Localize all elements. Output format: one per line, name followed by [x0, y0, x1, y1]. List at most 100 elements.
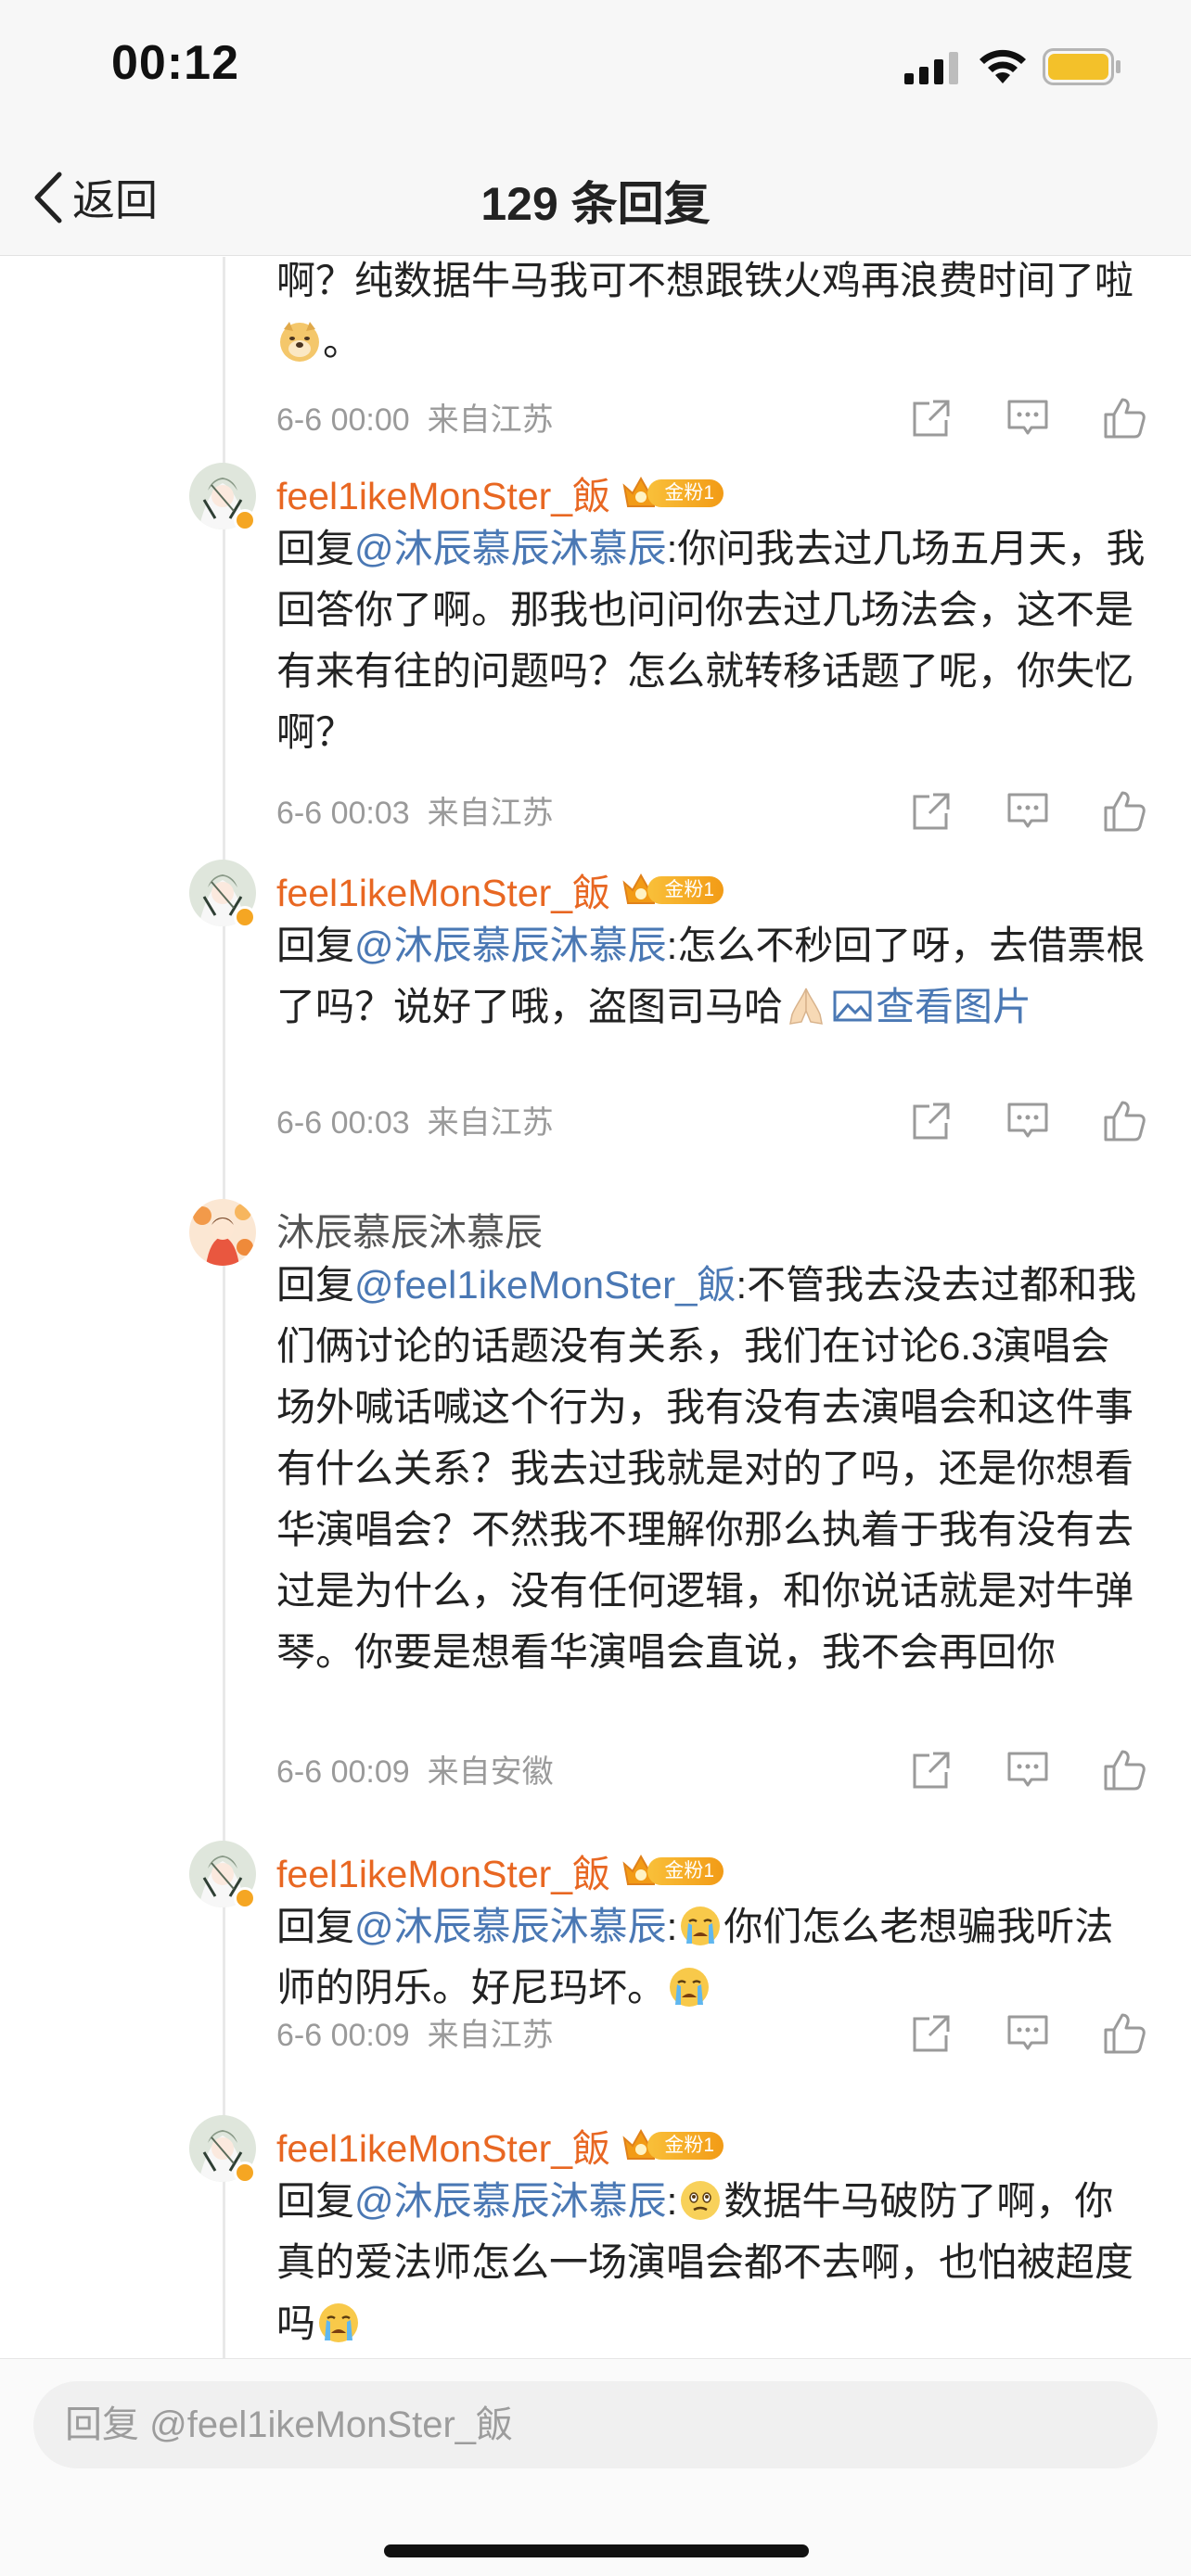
- reply-header: feel1ikeMonSter_飯 金粉1: [276, 2117, 724, 2173]
- comment-icon: [1007, 400, 1048, 435]
- comment-button[interactable]: [1005, 789, 1050, 834]
- share-icon: [913, 1752, 950, 1789]
- mention-link[interactable]: @沐辰慕辰沐慕辰: [354, 2179, 667, 2223]
- reply-date: 6-6 00:09: [276, 2018, 410, 2053]
- comment-button[interactable]: [1005, 1748, 1050, 1792]
- username-link[interactable]: feel1ikeMonSter_飯: [276, 1843, 610, 1898]
- reply-actions: [909, 396, 1146, 440]
- image-icon: [829, 983, 876, 1029]
- reply-date: 6-6 00:03: [276, 1105, 410, 1141]
- reply-location: 来自安徽: [427, 1754, 554, 1790]
- share-icon: [913, 1103, 950, 1140]
- reply-prefix: 回复: [276, 924, 355, 967]
- like-icon: [1104, 1101, 1146, 1141]
- comment-button[interactable]: [1005, 396, 1050, 440]
- reply-text: :不管我去没去过都和我们俩讨论的话题没有关系，我们在讨论6.3演唱会场外喊话喊这…: [276, 1263, 1137, 1674]
- comment-button[interactable]: [1005, 2011, 1050, 2056]
- view-image-link[interactable]: 查看图片: [829, 985, 1031, 1028]
- reply-date: 6-6 00:00: [276, 402, 410, 438]
- reply-header: feel1ikeMonSter_飯 金粉1: [276, 861, 724, 917]
- reply-meta: 6-6 00:03 来自江苏: [276, 1097, 554, 1142]
- like-icon: [1104, 398, 1146, 439]
- like-button[interactable]: [1102, 1099, 1146, 1143]
- reply-header: feel1ikeMonSter_飯 金粉1: [276, 1843, 724, 1898]
- reply-colon: :: [666, 1905, 678, 1948]
- like-icon: [1104, 2013, 1146, 2054]
- comment-icon: [1007, 1752, 1048, 1787]
- reply-colon: :: [666, 2179, 678, 2223]
- view-image-label: 查看图片: [876, 985, 1032, 1028]
- mention-link[interactable]: @沐辰慕辰沐慕辰: [354, 527, 667, 570]
- reply-header: 沐辰慕辰沐慕辰: [276, 1201, 543, 1256]
- reply-location: 来自江苏: [427, 402, 554, 438]
- doge-emoji-icon: [276, 318, 323, 364]
- page-title: 129 条回复: [480, 178, 711, 230]
- verified-badge-icon: [234, 906, 256, 928]
- like-button[interactable]: [1102, 789, 1146, 834]
- fan-level-badge: 金粉1: [621, 1853, 724, 1888]
- comment-button[interactable]: [1005, 1099, 1050, 1143]
- reply-body: 啊？纯数据牛马我可不想跟铁火鸡再浪费时间了啦。: [276, 257, 1148, 373]
- reply-actions: [909, 789, 1146, 834]
- comment-icon: [1007, 1103, 1048, 1138]
- reply-location: 来自江苏: [427, 2018, 554, 2053]
- reply-body: 回复@沐辰慕辰沐慕辰:怎么不秒回了呀，去借票根了吗？说好了哦，盗图司马哈 查看图片: [276, 915, 1148, 1038]
- reply-body: 回复@沐辰慕辰沐慕辰: 数据牛马破防了啊，你真的爱法师怎么一场演唱会都不去啊，也怕…: [276, 2171, 1148, 2354]
- like-button[interactable]: [1102, 396, 1146, 440]
- reply-meta: 6-6 00:09 来自安徽: [276, 1746, 554, 1792]
- fan-badge-label: 金粉1: [647, 876, 724, 904]
- share-icon: [913, 793, 950, 830]
- pray-emoji-icon: [783, 983, 829, 1029]
- avatar[interactable]: [189, 1199, 256, 1266]
- fan-badge-label: 金粉1: [647, 2132, 724, 2160]
- reply-date: 6-6 00:03: [276, 796, 410, 831]
- crying-emoji-icon: [315, 2300, 362, 2346]
- like-button[interactable]: [1102, 2011, 1146, 2056]
- cellular-signal-icon: [904, 52, 958, 84]
- share-icon: [913, 400, 950, 437]
- thread-line: [223, 257, 225, 2358]
- share-button[interactable]: [909, 396, 954, 440]
- reply-text: 啊？纯数据牛马我可不想跟铁火鸡再浪费时间了啦: [276, 259, 1134, 302]
- username-link[interactable]: 沐辰慕辰沐慕辰: [276, 1201, 543, 1256]
- reply-body: 回复@沐辰慕辰沐慕辰:你问我去过几场五月天，我回答你了啊。那我也问问你去过几场法…: [276, 518, 1148, 763]
- username-link[interactable]: feel1ikeMonSter_飯: [276, 861, 610, 917]
- share-button[interactable]: [909, 2011, 954, 2056]
- reply-location: 来自江苏: [427, 1105, 554, 1141]
- share-button[interactable]: [909, 789, 954, 834]
- status-time: 00:12: [111, 36, 239, 90]
- comment-icon: [1007, 793, 1048, 828]
- crying-emoji-icon: [677, 1903, 724, 1949]
- like-button[interactable]: [1102, 1748, 1146, 1792]
- sad-emoji-icon: [677, 2177, 724, 2224]
- verified-badge-icon: [234, 2162, 256, 2184]
- home-indicator: [384, 2544, 809, 2557]
- reply-prefix: 回复: [276, 1263, 355, 1307]
- fan-badge-label: 金粉1: [647, 1857, 724, 1885]
- verified-badge-icon: [234, 1887, 256, 1909]
- reply-thread[interactable]: 啊？纯数据牛马我可不想跟铁火鸡再浪费时间了啦。 6-6 00:00 来自江苏 f…: [0, 257, 1191, 2358]
- share-button[interactable]: [909, 1748, 954, 1792]
- reply-meta: 6-6 00:03 来自江苏: [276, 787, 554, 833]
- reply-text-end: 。: [323, 320, 363, 363]
- share-icon: [913, 2015, 950, 2052]
- crying-emoji-icon: [666, 1964, 712, 2010]
- mention-link[interactable]: @沐辰慕辰沐慕辰: [354, 1905, 667, 1948]
- username-link[interactable]: feel1ikeMonSter_飯: [276, 465, 610, 520]
- reply-location: 来自江苏: [427, 796, 554, 831]
- like-icon: [1104, 1750, 1146, 1791]
- like-icon: [1104, 791, 1146, 832]
- reply-composer-bar: [0, 2358, 1191, 2576]
- mention-link[interactable]: @沐辰慕辰沐慕辰: [354, 924, 667, 967]
- reply-actions: [909, 2011, 1146, 2056]
- reply-actions: [909, 1099, 1146, 1143]
- reply-prefix: 回复: [276, 527, 355, 570]
- reply-input[interactable]: [33, 2381, 1158, 2468]
- username-link[interactable]: feel1ikeMonSter_飯: [276, 2117, 610, 2173]
- reply-body: 回复@沐辰慕辰沐慕辰: 你们怎么老想骗我听法师的阴乐。好尼玛坏。: [276, 1896, 1148, 2019]
- mention-link[interactable]: @feel1ikeMonSter_飯: [354, 1263, 736, 1307]
- share-button[interactable]: [909, 1099, 954, 1143]
- wifi-icon: [980, 49, 1026, 83]
- fan-level-badge: 金粉1: [621, 475, 724, 510]
- fan-badge-label: 金粉1: [647, 479, 724, 507]
